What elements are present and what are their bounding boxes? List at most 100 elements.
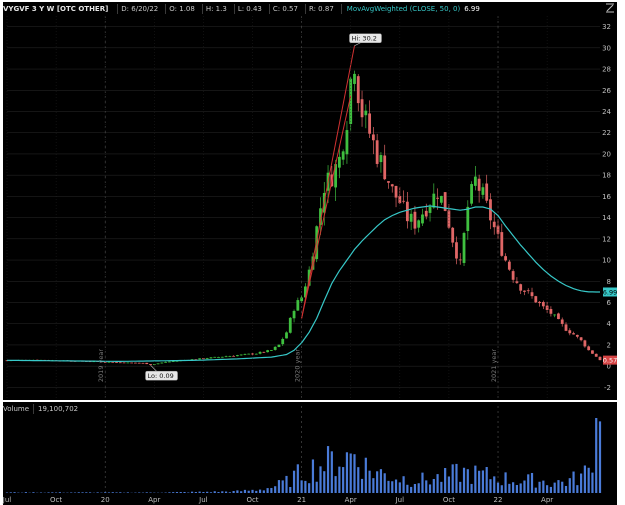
candle-body[interactable] <box>519 284 523 291</box>
candle-body[interactable] <box>156 363 160 365</box>
candle-body[interactable] <box>530 292 534 297</box>
candle-body[interactable] <box>273 346 277 350</box>
candle-body[interactable] <box>439 195 443 203</box>
candle-body[interactable] <box>164 361 168 363</box>
candle-body[interactable] <box>118 362 122 364</box>
candle-body[interactable] <box>534 296 538 303</box>
candle-body[interactable] <box>575 334 579 337</box>
candle-body[interactable] <box>568 330 572 334</box>
candle-body[interactable] <box>451 227 455 243</box>
candle-body[interactable] <box>220 356 224 358</box>
candle-body[interactable] <box>371 134 375 141</box>
candle-body[interactable] <box>239 354 243 356</box>
candle-body[interactable] <box>564 324 568 331</box>
candle-body[interactable] <box>523 290 526 292</box>
candle-body[interactable] <box>432 193 436 208</box>
candle-body[interactable] <box>492 221 496 228</box>
candle-body[interactable] <box>394 185 398 198</box>
candle-body[interactable] <box>477 178 481 191</box>
candle-body[interactable] <box>409 213 413 222</box>
candle-body[interactable] <box>500 232 504 256</box>
study-label[interactable]: MovAvgWeighted (CLOSE, 50, 0) <box>347 5 460 13</box>
candle-body[interactable] <box>134 362 137 364</box>
candle-body[interactable] <box>213 356 217 358</box>
candle-body[interactable] <box>375 140 379 164</box>
candle-body[interactable] <box>198 358 202 360</box>
candle-body[interactable] <box>526 290 530 292</box>
candle-body[interactable] <box>141 362 145 364</box>
candle-body[interactable] <box>145 362 149 365</box>
candle-body[interactable] <box>587 346 591 351</box>
candle-body[interactable] <box>209 357 213 359</box>
candle-body[interactable] <box>345 130 349 155</box>
candle-body[interactable] <box>379 155 383 163</box>
candle-body[interactable] <box>126 362 130 364</box>
candle-body[interactable] <box>447 210 451 228</box>
candle-body[interactable] <box>111 361 115 363</box>
candle-body[interactable] <box>254 353 258 355</box>
candle-body[interactable] <box>360 99 364 118</box>
candle-body[interactable] <box>224 356 228 358</box>
candle-body[interactable] <box>473 176 477 186</box>
candle-body[interactable] <box>515 281 519 283</box>
candle-body[interactable] <box>541 302 545 307</box>
candle-body[interactable] <box>405 201 409 222</box>
chart-canvas[interactable]: 2019 year 2020 year 2021 year -20246810121… <box>0 0 625 505</box>
candle-body[interactable] <box>160 362 164 364</box>
candle-body[interactable] <box>130 362 134 364</box>
candle-body[interactable] <box>277 344 281 347</box>
candle-body[interactable] <box>168 361 171 363</box>
candle-body[interactable] <box>258 351 262 354</box>
candle-body[interactable] <box>217 356 220 358</box>
candle-body[interactable] <box>247 353 251 355</box>
candle-body[interactable] <box>538 301 541 304</box>
candle-body[interactable] <box>228 356 232 357</box>
candle-body[interactable] <box>251 353 254 355</box>
candle-body[interactable] <box>269 350 273 351</box>
candle-body[interactable] <box>122 362 126 364</box>
candle-body[interactable] <box>402 200 405 202</box>
candle-body[interactable] <box>356 76 360 104</box>
volume-label[interactable]: Volume <box>3 405 29 413</box>
candle-body[interactable] <box>171 361 175 362</box>
candle-body[interactable] <box>390 184 394 187</box>
candle-body[interactable] <box>262 351 266 353</box>
candle-body[interactable] <box>353 73 356 84</box>
candle-body[interactable] <box>485 183 489 201</box>
candle-body[interactable] <box>368 113 371 134</box>
candle-body[interactable] <box>428 206 432 213</box>
candle-body[interactable] <box>424 210 428 217</box>
candle-body[interactable] <box>383 155 387 180</box>
candle-body[interactable] <box>205 358 209 360</box>
candle-body[interactable] <box>149 364 152 365</box>
symbol-label[interactable]: VYGVF 3 Y W [OTC OTHER] <box>3 5 108 13</box>
candle-body[interactable] <box>455 242 458 259</box>
candle-body[interactable] <box>462 232 466 263</box>
candle-body[interactable] <box>232 355 236 357</box>
candle-body[interactable] <box>481 187 485 195</box>
candle-body[interactable] <box>243 353 247 355</box>
candle-body[interactable] <box>288 317 292 333</box>
price-panel[interactable] <box>3 2 617 400</box>
candle-body[interactable] <box>560 319 564 324</box>
candle-body[interactable] <box>115 362 118 363</box>
candle-body[interactable] <box>470 184 473 204</box>
candle-body[interactable] <box>507 261 511 270</box>
candle-body[interactable] <box>579 337 583 341</box>
candle-body[interactable] <box>572 333 575 335</box>
candle-body[interactable] <box>341 151 345 160</box>
candle-body[interactable] <box>583 340 587 347</box>
candle-body[interactable] <box>413 211 417 229</box>
candle-body[interactable] <box>504 256 507 261</box>
candle-body[interactable] <box>281 338 285 345</box>
candle-body[interactable] <box>421 214 424 224</box>
candle-body[interactable] <box>266 350 270 353</box>
candle-body[interactable] <box>553 314 557 316</box>
candle-body[interactable] <box>296 300 300 311</box>
candle-body[interactable] <box>337 156 341 168</box>
expand-icon[interactable] <box>605 3 615 13</box>
candle-body[interactable] <box>594 353 598 357</box>
candle-body[interactable] <box>436 197 439 199</box>
candle-body[interactable] <box>387 181 390 183</box>
candle-body[interactable] <box>107 361 111 363</box>
